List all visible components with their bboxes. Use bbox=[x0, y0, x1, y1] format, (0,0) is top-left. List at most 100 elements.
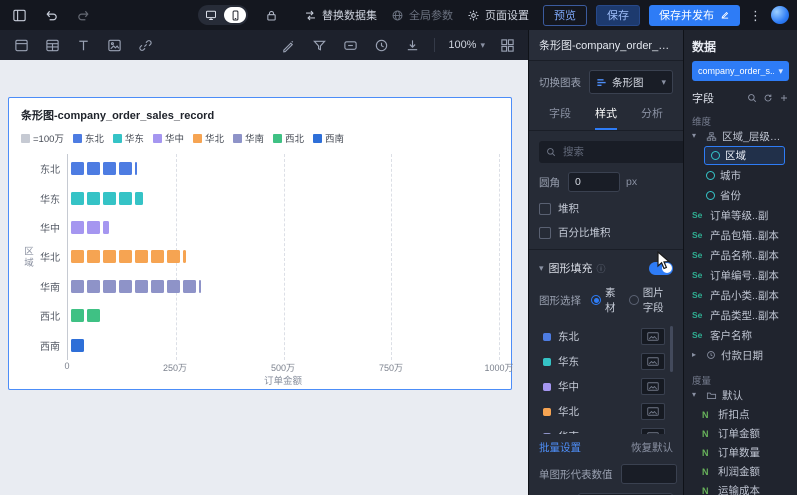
save-button[interactable]: 保存 bbox=[596, 5, 640, 26]
style-search[interactable] bbox=[539, 141, 683, 163]
dimension-field[interactable]: Se 客户名称 bbox=[692, 325, 789, 345]
series-row[interactable]: 华中 bbox=[539, 374, 665, 399]
series-image-swatch[interactable] bbox=[641, 328, 665, 345]
dimension-field-label: 省份 bbox=[720, 188, 789, 203]
dimension-field[interactable]: Se 产品名称..副本 bbox=[692, 245, 789, 265]
chart-type-select[interactable]: 条形图 ▾ bbox=[589, 70, 673, 94]
desktop-mode-icon[interactable] bbox=[200, 7, 222, 23]
measure-field[interactable]: N 订单数量 bbox=[702, 443, 789, 462]
dimension-field[interactable]: Se 产品类型..副本 bbox=[692, 305, 789, 325]
fill-toggle[interactable] bbox=[649, 262, 673, 275]
unit-bar-row[interactable] bbox=[68, 154, 499, 183]
legend-item[interactable]: 东北 bbox=[73, 131, 104, 145]
dataset-select[interactable]: company_order_s... ▾ bbox=[692, 61, 789, 81]
save-publish-button[interactable]: 保存并发布 bbox=[649, 5, 740, 26]
insert-text-icon[interactable] bbox=[74, 36, 92, 54]
avatar[interactable] bbox=[771, 6, 789, 24]
batch-set-link[interactable]: 批量设置 bbox=[539, 440, 581, 455]
unit-bar-row[interactable] bbox=[68, 272, 499, 301]
grid-layout-icon[interactable] bbox=[498, 36, 516, 54]
dimension-field[interactable]: Se 产品包箱..副本 bbox=[692, 225, 789, 245]
legend-item[interactable]: =100万 bbox=[21, 131, 64, 145]
dimension-field[interactable]: 城市 bbox=[704, 165, 789, 185]
preview-button[interactable]: 预览 bbox=[543, 5, 587, 26]
legend-item[interactable]: 华北 bbox=[193, 131, 224, 145]
plus-icon[interactable] bbox=[779, 93, 789, 103]
search-icon[interactable] bbox=[747, 93, 757, 103]
widget-button-icon[interactable] bbox=[341, 36, 359, 54]
series-image-swatch[interactable] bbox=[641, 353, 665, 370]
percent-stack-checkbox[interactable] bbox=[539, 227, 551, 239]
unit-bar-row[interactable] bbox=[68, 242, 499, 271]
device-mode-toggle[interactable] bbox=[198, 5, 248, 25]
style-search-input[interactable] bbox=[561, 145, 683, 159]
export-icon[interactable] bbox=[403, 36, 421, 54]
lock-icon[interactable] bbox=[262, 6, 280, 24]
dimension-field[interactable]: Se 订单等级..副 bbox=[692, 205, 789, 225]
legend-item[interactable]: 西北 bbox=[273, 131, 304, 145]
zoom-select[interactable]: 100% ▾ bbox=[448, 39, 485, 51]
unit-square-partial bbox=[135, 162, 137, 175]
style-panel-tab[interactable]: 字段 bbox=[549, 105, 571, 130]
menu-replace-dataset[interactable]: 替换数据集 bbox=[304, 7, 377, 23]
unit-bar-row[interactable] bbox=[68, 213, 499, 242]
insert-image-icon[interactable] bbox=[105, 36, 123, 54]
fill-section-header[interactable]: ▾ 图形填充 ⓘ bbox=[539, 260, 673, 276]
filter-icon[interactable] bbox=[310, 36, 328, 54]
menu-global-params[interactable]: 全局参数 bbox=[391, 7, 453, 23]
unit-bar-row[interactable] bbox=[68, 301, 499, 330]
series-image-swatch[interactable] bbox=[641, 428, 665, 434]
ai-pen-icon[interactable] bbox=[279, 36, 297, 54]
series-row[interactable]: 华东 bbox=[539, 349, 665, 374]
series-row[interactable]: 华北 bbox=[539, 399, 665, 424]
mobile-mode-icon[interactable] bbox=[224, 7, 246, 23]
series-image-swatch[interactable] bbox=[641, 378, 665, 395]
series-scrollbar[interactable] bbox=[670, 326, 673, 372]
plot-area[interactable] bbox=[67, 154, 499, 360]
date-field[interactable]: ▸ 付款日期 bbox=[692, 345, 789, 365]
fields-label: 字段 bbox=[692, 90, 747, 106]
unit-bar-row[interactable] bbox=[68, 183, 499, 212]
unit-value-input[interactable] bbox=[621, 464, 677, 484]
corner-radius-input[interactable] bbox=[568, 172, 620, 192]
measure-group[interactable]: ▾ 默认 bbox=[692, 385, 789, 405]
app-root: 替换数据集 全局参数 页面设置 预览 保存 保存并发布 ⋮ bbox=[0, 0, 797, 495]
panel-layout-icon[interactable] bbox=[10, 6, 28, 24]
string-field-icon: Se bbox=[692, 310, 705, 320]
unit-value-row: 单图形代表数值 bbox=[539, 464, 673, 484]
series-row[interactable]: 华南 bbox=[539, 424, 665, 434]
canvas[interactable]: 条形图-company_order_sales_record =100万 东北 bbox=[0, 60, 528, 495]
legend-item[interactable]: 华中 bbox=[153, 131, 184, 145]
measure-field[interactable]: N 订单金额 bbox=[702, 424, 789, 443]
stack-checkbox[interactable] bbox=[539, 203, 551, 215]
redo-icon[interactable] bbox=[74, 6, 92, 24]
chart-card[interactable]: 条形图-company_order_sales_record =100万 东北 bbox=[8, 97, 512, 390]
legend-item[interactable]: 华东 bbox=[113, 131, 144, 145]
measure-field[interactable]: N 利润金额 bbox=[702, 462, 789, 481]
unit-bar-row[interactable] bbox=[68, 331, 499, 360]
series-image-swatch[interactable] bbox=[641, 403, 665, 420]
measure-field[interactable]: N 折扣点 bbox=[702, 405, 789, 424]
more-menu-icon[interactable]: ⋮ bbox=[749, 9, 762, 22]
series-row[interactable]: 东北 bbox=[539, 324, 665, 349]
insert-table-icon[interactable] bbox=[43, 36, 61, 54]
legend-item[interactable]: 华南 bbox=[233, 131, 264, 145]
undo-icon[interactable] bbox=[42, 6, 60, 24]
legend-item[interactable]: 西南 bbox=[313, 131, 344, 145]
dimension-field[interactable]: Se 订单编号..副本 bbox=[692, 265, 789, 285]
dimension-field[interactable]: Se 产品小类..副本 bbox=[692, 285, 789, 305]
insert-card-icon[interactable] bbox=[12, 36, 30, 54]
style-panel-tab[interactable]: 样式 bbox=[595, 105, 617, 130]
clock-icon[interactable] bbox=[372, 36, 390, 54]
refresh-icon[interactable] bbox=[763, 93, 773, 103]
dimension-field[interactable]: 区域 bbox=[704, 146, 785, 165]
shape-option[interactable]: 素材 bbox=[591, 285, 619, 315]
menu-page-settings[interactable]: 页面设置 bbox=[467, 7, 529, 23]
measure-field[interactable]: N 运输成本 bbox=[702, 481, 789, 495]
style-panel-tab[interactable]: 分析 bbox=[641, 105, 663, 130]
reset-default-link[interactable]: 恢复默认 bbox=[631, 440, 673, 455]
insert-link-icon[interactable] bbox=[136, 36, 154, 54]
dimension-field[interactable]: 省份 bbox=[704, 185, 789, 205]
hierarchy-item[interactable]: ▾ 区域_层级结构 bbox=[692, 126, 789, 146]
shape-option[interactable]: 图片字段 bbox=[629, 285, 673, 315]
